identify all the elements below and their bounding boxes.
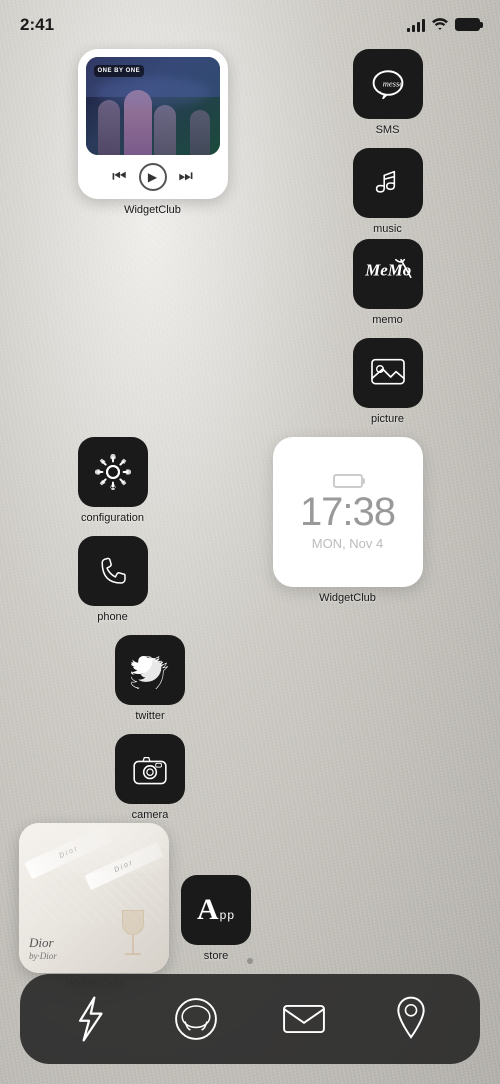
line-icon	[173, 996, 219, 1042]
dock-mail[interactable]	[275, 990, 333, 1048]
phone-icon-box[interactable]	[78, 536, 148, 606]
page-indicator	[247, 958, 253, 964]
widget-clock[interactable]: 17:38 MON, Nov 4 WidgetClub	[273, 437, 423, 604]
music-icon	[369, 164, 407, 202]
picture-label: picture	[371, 413, 404, 425]
twitter-icon-box[interactable]	[115, 635, 185, 705]
twitter-icon	[131, 651, 169, 689]
app-twitter[interactable]: twitter	[115, 635, 185, 722]
music-label: music	[373, 223, 402, 235]
music-icon-box[interactable]	[353, 148, 423, 218]
status-icons	[407, 16, 480, 33]
appstore-a: A	[197, 895, 219, 925]
clock-battery-icon	[333, 474, 363, 488]
app-phone[interactable]: phone	[78, 536, 148, 623]
status-bar: 2:41	[0, 0, 500, 44]
app-picture[interactable]: picture	[353, 338, 423, 425]
sms-icon: messe	[368, 66, 408, 102]
dock-flash[interactable]	[60, 990, 118, 1048]
app-appstore[interactable]: A pp store	[181, 875, 251, 962]
memo-label: memo	[372, 314, 403, 326]
clock-widget-label: WidgetClub	[319, 592, 376, 604]
camera-icon	[131, 750, 169, 788]
maps-icon	[392, 994, 430, 1044]
app-sms[interactable]: messe SMS	[353, 49, 423, 136]
dock-maps[interactable]	[382, 990, 440, 1048]
widget-dior[interactable]: Dior Dior	[19, 823, 169, 990]
app-memo[interactable]: MeMo memo	[353, 239, 423, 326]
music-controls[interactable]: ⏮ ▶ ⏭	[107, 163, 198, 191]
clock-time: 17:38	[300, 492, 395, 532]
prev-button[interactable]: ⏮	[112, 168, 126, 186]
clock-widget-box: 17:38 MON, Nov 4	[273, 437, 423, 587]
picture-icon-box[interactable]	[353, 338, 423, 408]
memo-icon: MeMo	[362, 253, 414, 295]
svg-text:MeMo: MeMo	[364, 260, 411, 279]
mail-icon	[281, 1001, 327, 1037]
dock	[20, 974, 480, 1064]
appstore-label: store	[204, 950, 228, 962]
music-badge: ONE BY ONE	[94, 65, 145, 77]
camera-icon-box[interactable]	[115, 734, 185, 804]
phone-label: phone	[97, 611, 128, 623]
signal-icon	[407, 18, 425, 32]
next-button[interactable]: ⏭	[179, 168, 193, 186]
twitter-label: twitter	[135, 710, 164, 722]
dior-widget-box: Dior Dior	[19, 823, 169, 973]
sms-icon-box[interactable]: messe	[353, 49, 423, 119]
flash-icon	[71, 994, 107, 1044]
clock-date: MON, Nov 4	[312, 536, 384, 551]
camera-label: camera	[132, 809, 169, 821]
appstore-icon-box[interactable]: A pp	[181, 875, 251, 945]
gear-icon	[93, 452, 133, 492]
widget-music-label: WidgetClub	[124, 204, 181, 216]
appstore-pp: pp	[220, 908, 235, 922]
memo-icon-box[interactable]: MeMo	[353, 239, 423, 309]
play-button[interactable]: ▶	[139, 163, 167, 191]
status-time: 2:41	[20, 15, 54, 35]
app-camera[interactable]: camera	[115, 734, 185, 821]
widget-music[interactable]: ONE BY ONE ⏮ ▶ ⏭ WidgetClub	[78, 49, 228, 216]
picture-icon	[368, 354, 408, 392]
phone-icon	[95, 553, 131, 589]
battery-icon	[455, 18, 480, 31]
app-music[interactable]: music	[353, 148, 423, 235]
dock-line[interactable]	[167, 990, 225, 1048]
svg-text:messe: messe	[382, 78, 403, 88]
app-configuration[interactable]: configuration	[78, 437, 148, 524]
config-icon-box[interactable]	[78, 437, 148, 507]
wifi-icon	[431, 16, 449, 33]
config-label: configuration	[81, 512, 144, 524]
sms-label: SMS	[376, 124, 400, 136]
